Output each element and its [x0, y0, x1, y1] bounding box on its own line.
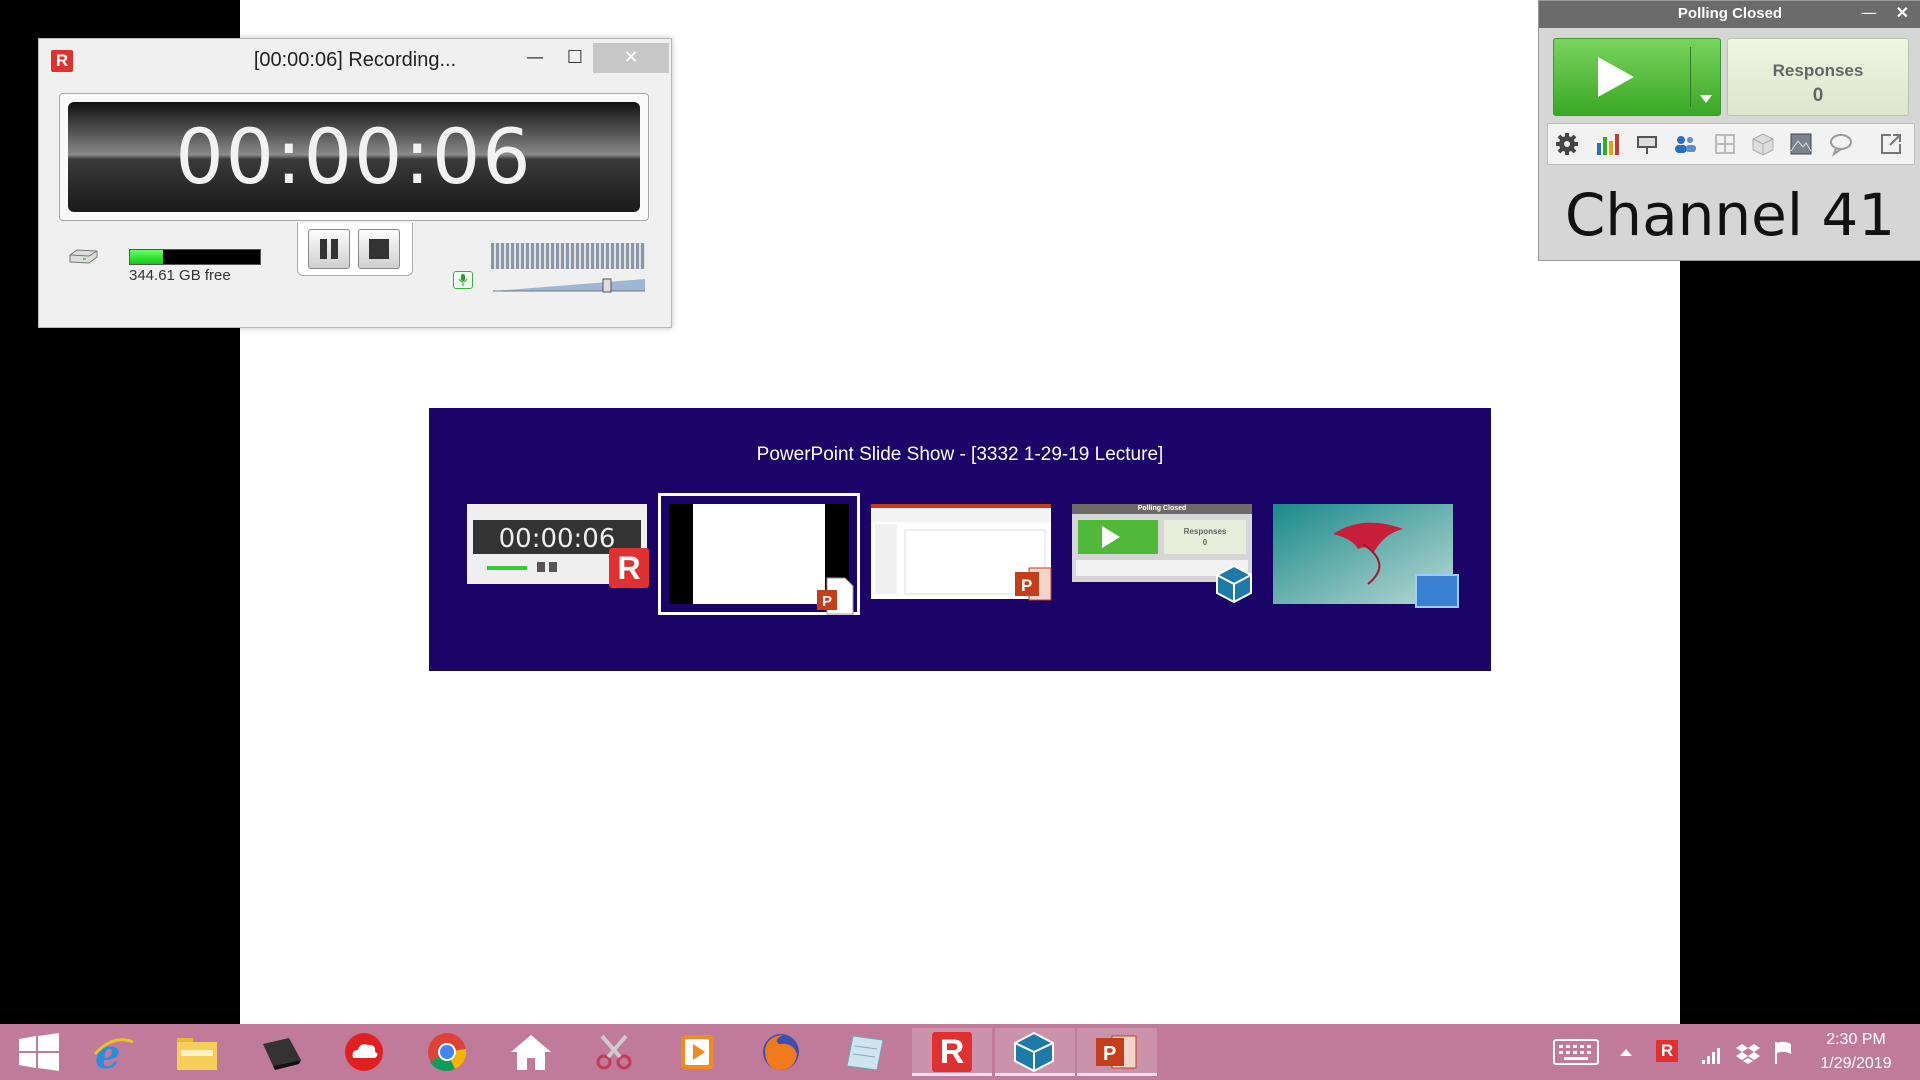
thumbnail-polling-title: Polling Closed [1137, 505, 1187, 512]
cube-icon[interactable] [1750, 131, 1776, 157]
recorder-app-icon: R [609, 548, 649, 588]
powerpoint-taskbar-button[interactable]: P [1077, 1028, 1157, 1076]
close-button[interactable]: ✕ [593, 43, 669, 73]
file-explorer-button[interactable] [158, 1028, 236, 1076]
folder-icon [177, 1038, 217, 1070]
dropbox-icon[interactable] [1736, 1034, 1760, 1070]
windows-logo-icon [19, 1033, 59, 1071]
home-icon [511, 1035, 551, 1070]
gear-icon[interactable] [1554, 131, 1580, 157]
recorder-tray-icon[interactable]: R [1656, 1040, 1678, 1062]
participants-icon[interactable] [1672, 131, 1698, 157]
thumbnail-responses: Responses 0 [1164, 526, 1246, 548]
thumbnail-powerpoint[interactable]: P [871, 504, 1052, 604]
svg-text:P: P [822, 593, 832, 610]
polling-minimize-button[interactable]: — [1861, 3, 1877, 22]
hard-drive-icon [69, 249, 98, 264]
channel-label: Channel 41 [1564, 181, 1896, 249]
pause-button[interactable] [308, 229, 350, 269]
laptop-icon [263, 1038, 301, 1070]
stop-button[interactable] [358, 229, 400, 269]
disk-free-label: 344.61 GB free [129, 267, 231, 284]
thumbnail-responses-count: 0 [1202, 538, 1208, 547]
svg-text:P: P [1103, 1043, 1116, 1065]
responses-count: 0 [1812, 85, 1824, 106]
polling-taskbar-button[interactable] [995, 1028, 1075, 1076]
disk-space-bar [129, 249, 261, 265]
polling-toolbar [1547, 123, 1915, 165]
start-button[interactable] [0, 1028, 78, 1076]
firefox-icon [763, 1034, 799, 1070]
cloud-icon [345, 1033, 383, 1071]
grid-icon[interactable] [1712, 131, 1738, 157]
switcher-title: PowerPoint Slide Show - [3332 1-29-19 Le… [756, 444, 1164, 465]
notepad-icon [846, 1035, 884, 1071]
export-icon[interactable] [1878, 131, 1904, 157]
recorder-taskbar-button[interactable]: R [912, 1028, 992, 1076]
recorder-window: R [00:00:06] Recording... — ☐ ✕ 00:00:06… [38, 38, 672, 328]
chrome-button[interactable] [408, 1028, 486, 1076]
keyboard-icon[interactable] [1552, 1034, 1600, 1070]
network-icon[interactable] [1700, 1034, 1722, 1070]
recording-controls [297, 223, 413, 276]
chrome-icon [428, 1033, 467, 1072]
polling-close-button[interactable]: ✕ [1896, 3, 1909, 23]
snipping-tool-button[interactable] [575, 1028, 653, 1076]
polling-titlebar[interactable]: Polling Closed — ✕ [1539, 1, 1920, 28]
recorder-titlebar[interactable]: R [00:00:06] Recording... — ☐ ✕ [39, 39, 671, 79]
disk-space-fill [130, 250, 163, 264]
thumbnail-desktop[interactable] [1273, 504, 1459, 608]
home-button[interactable] [492, 1028, 570, 1076]
recorder-taskbar-icon: R [932, 1032, 972, 1072]
microphone-icon[interactable] [453, 271, 473, 289]
responses-box[interactable]: Responses 0 [1727, 38, 1909, 116]
cloud-app-button[interactable] [325, 1028, 403, 1076]
responses-label: Responses [1772, 61, 1864, 80]
thumbnail-recorder[interactable]: 00:00:06 R [467, 504, 649, 604]
presenter-icon[interactable] [1634, 131, 1660, 157]
media-player-button[interactable] [658, 1028, 736, 1076]
play-separator [1690, 47, 1691, 107]
bar-chart-icon[interactable] [1594, 131, 1620, 157]
chevron-down-icon[interactable] [1700, 95, 1712, 103]
flag-icon[interactable] [1772, 1034, 1794, 1070]
speech-bubble-icon[interactable] [1828, 131, 1854, 157]
volume-slider[interactable] [493, 277, 645, 293]
powerpoint-app-icon: P [1015, 567, 1052, 601]
thumbnail-polling[interactable]: Polling Closed Responses 0 [1072, 504, 1252, 604]
dark-app-button[interactable] [242, 1028, 320, 1076]
notepad-button[interactable] [826, 1028, 904, 1076]
powerpoint-file-icon: P [817, 577, 854, 615]
clock-time: 2:30 PM [1826, 1031, 1886, 1048]
image-icon[interactable] [1788, 131, 1814, 157]
clock-date: 1/29/2019 [1820, 1055, 1892, 1072]
recording-timer: 00:00:06 [68, 102, 640, 212]
timer-frame: 00:00:06 [59, 93, 649, 221]
svg-text:P: P [1021, 576, 1032, 595]
polling-panel: Polling Closed — ✕ Responses 0 Channel 4… [1538, 0, 1920, 261]
maximize-button[interactable]: ☐ [555, 43, 595, 73]
thumbnail-responses-label: Responses [1183, 527, 1227, 536]
taskbar-clock[interactable]: 2:30 PM 1/29/2019 [1796, 1028, 1916, 1076]
powerpoint-taskbar-icon: P [1096, 1035, 1137, 1069]
task-switcher: PowerPoint Slide Show - [3332 1-29-19 Le… [429, 408, 1491, 671]
start-polling-button[interactable] [1553, 38, 1721, 116]
thumbnail-slideshow[interactable]: P [658, 493, 860, 615]
polling-app-icon [1216, 564, 1252, 604]
media-player-icon [681, 1035, 713, 1069]
chevron-up-icon[interactable] [1618, 1034, 1634, 1070]
taskbar: e R P R [0, 1024, 1920, 1080]
internet-explorer-icon: e [93, 1032, 134, 1072]
firefox-button[interactable] [742, 1028, 820, 1076]
minimize-button[interactable]: — [515, 43, 555, 73]
desktop-icon [1415, 574, 1459, 608]
scissors-icon [596, 1034, 632, 1070]
audio-level-meter [491, 243, 645, 269]
internet-explorer-button[interactable]: e [74, 1028, 152, 1076]
play-icon [1598, 57, 1634, 97]
polling-taskbar-icon [1014, 1032, 1054, 1072]
